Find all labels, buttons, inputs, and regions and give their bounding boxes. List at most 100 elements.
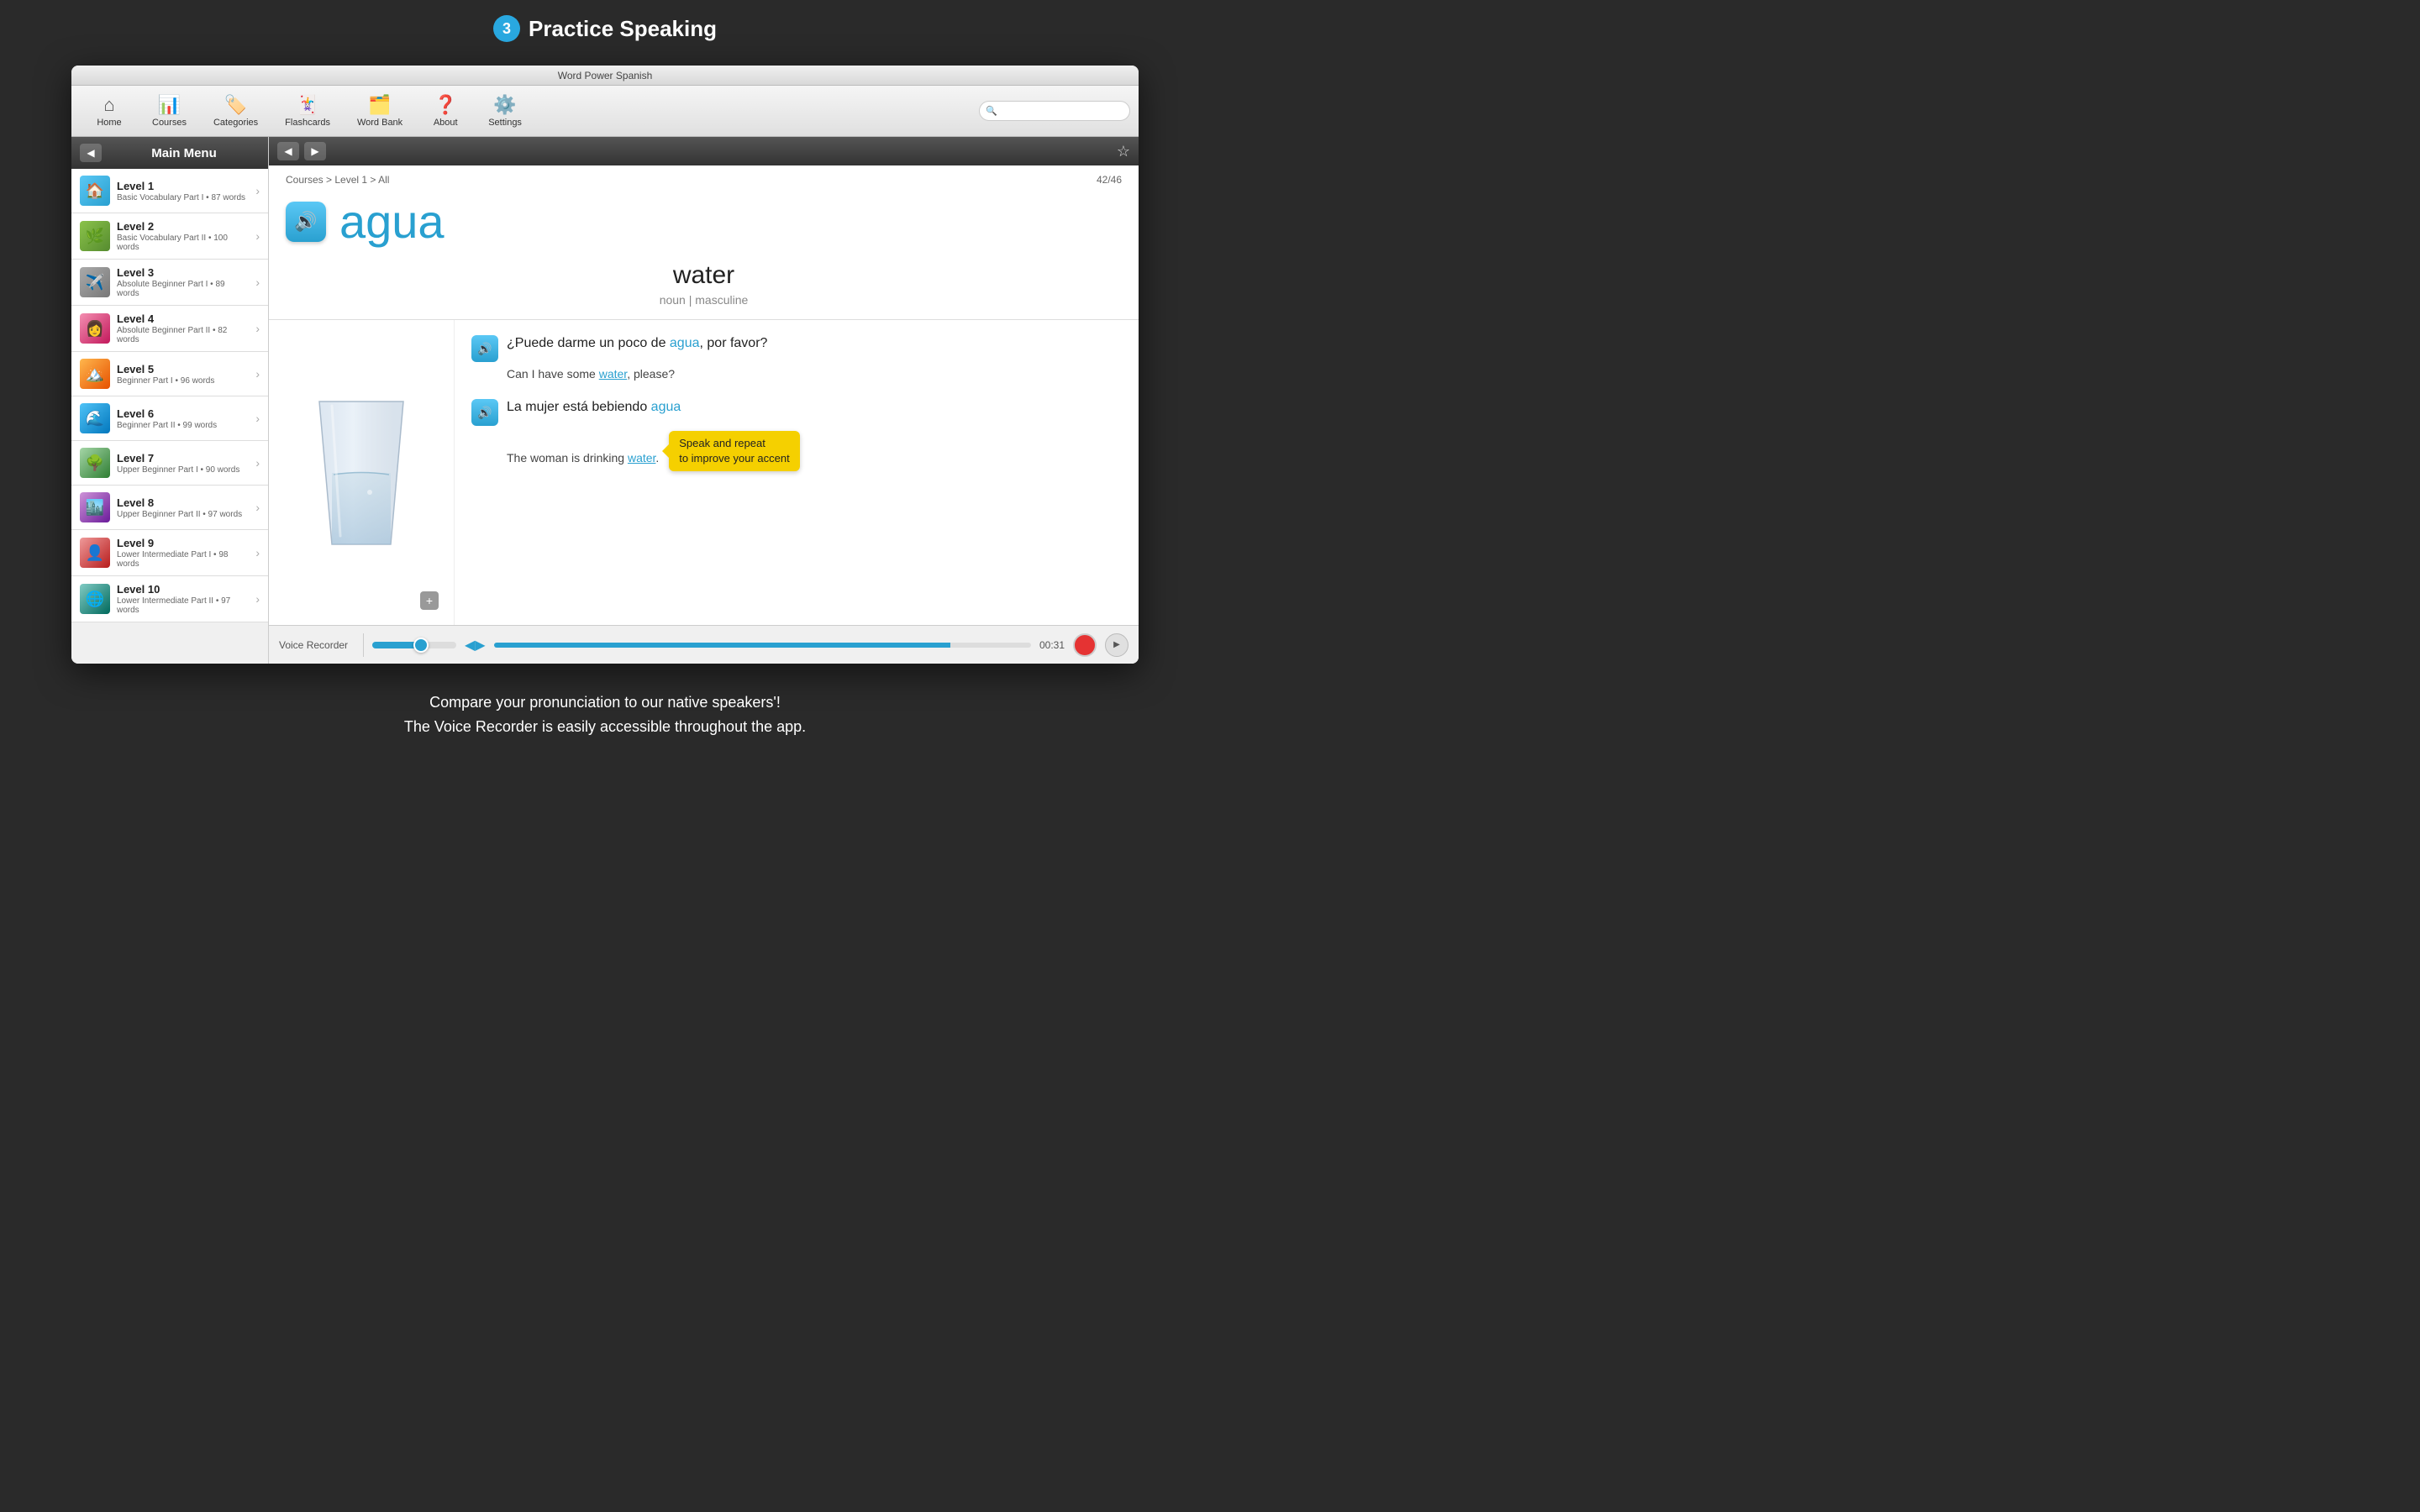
breadcrumb-bar: Courses > Level 1 > All 42/46 — [286, 174, 1122, 186]
sentence-row: 🔊 La mujer está bebiendo agua — [471, 397, 1122, 426]
list-item[interactable]: 🏔️ Level 5 Beginner Part I • 96 words › — [71, 352, 268, 396]
image-panel: + — [269, 320, 454, 625]
courses-icon: 📊 — [158, 94, 181, 116]
wordbank-icon: 🗂️ — [368, 94, 391, 116]
window-titlebar: Word Power Spanish — [71, 66, 1139, 86]
expand-button[interactable]: + — [420, 591, 439, 610]
sound-wave-icon: ◀▶ — [465, 637, 486, 654]
level8-desc: Upper Beginner Part II • 97 words — [117, 510, 249, 519]
level2-desc: Basic Vocabulary Part II • 100 words — [117, 234, 249, 252]
highlight-agua2: agua — [651, 400, 681, 414]
categories-label: Categories — [213, 118, 258, 128]
list-item[interactable]: 👤 Level 9 Lower Intermediate Part I • 98… — [71, 530, 268, 576]
word-speaker-button[interactable]: 🔊 — [286, 202, 326, 242]
list-item[interactable]: ✈️ Level 3 Absolute Beginner Part I • 89… — [71, 260, 268, 306]
sentence-speaker-button-2[interactable]: 🔊 — [471, 399, 498, 426]
nav-arrows: ◀ ▶ — [277, 142, 326, 160]
search-wrap — [979, 101, 1130, 121]
level10-info: Level 10 Lower Intermediate Part II • 97… — [117, 583, 249, 615]
level6-name: Level 6 — [117, 407, 249, 420]
chevron-icon: › — [255, 322, 260, 335]
word-section: Courses > Level 1 > All 42/46 🔊 agua wat… — [269, 165, 1139, 320]
sentence-row: 🔊 ¿Puede darme un poco de agua, por favo… — [471, 333, 1122, 362]
chevron-icon: › — [255, 184, 260, 197]
next-button[interactable]: ▶ — [304, 142, 326, 160]
sidebar-header: ◀ Main Menu — [71, 137, 268, 169]
level4-name: Level 4 — [117, 312, 249, 325]
level10-desc: Lower Intermediate Part II • 97 words — [117, 596, 249, 615]
progress-bar[interactable] — [494, 643, 1031, 648]
level7-desc: Upper Beginner Part I • 90 words — [117, 465, 249, 475]
level1-name: Level 1 — [117, 180, 249, 192]
sentence-item: 🔊 La mujer está bebiendo agua The woman … — [471, 397, 1122, 471]
level8-thumb: 🏙️ — [80, 492, 110, 522]
level9-name: Level 9 — [117, 537, 249, 549]
level5-desc: Beginner Part I • 96 words — [117, 376, 249, 386]
level9-desc: Lower Intermediate Part I • 98 words — [117, 550, 249, 569]
favorite-button[interactable]: ☆ — [1117, 143, 1130, 160]
level5-thumb: 🏔️ — [80, 359, 110, 389]
settings-label: Settings — [488, 118, 522, 128]
sidebar-title: Main Menu — [108, 146, 260, 160]
toolbar-settings[interactable]: ⚙️ Settings — [475, 91, 535, 131]
settings-icon: ⚙️ — [493, 94, 516, 116]
wordbank-label: Word Bank — [357, 118, 402, 128]
list-item[interactable]: 🌿 Level 2 Basic Vocabulary Part II • 100… — [71, 213, 268, 260]
level3-desc: Absolute Beginner Part I • 89 words — [117, 280, 249, 298]
list-item[interactable]: 🌐 Level 10 Lower Intermediate Part II • … — [71, 576, 268, 622]
chevron-icon: › — [255, 456, 260, 470]
word-display: 🔊 agua — [286, 194, 1122, 249]
breadcrumb: Courses > Level 1 > All — [286, 174, 389, 186]
level10-name: Level 10 — [117, 583, 249, 596]
list-item[interactable]: 🌳 Level 7 Upper Beginner Part I • 90 wor… — [71, 441, 268, 486]
level2-thumb: 🌿 — [80, 221, 110, 251]
timer-display: 00:31 — [1039, 639, 1065, 651]
page-count: 42/46 — [1097, 174, 1122, 186]
water-link-2: water — [628, 451, 655, 465]
level7-info: Level 7 Upper Beginner Part I • 90 words — [117, 452, 249, 475]
sentence-speaker-button-1[interactable]: 🔊 — [471, 335, 498, 362]
level5-name: Level 5 — [117, 363, 249, 375]
level7-thumb: 🌳 — [80, 448, 110, 478]
speaker-icon: 🔊 — [294, 211, 317, 233]
play-button[interactable]: ▶ — [1105, 633, 1128, 657]
app-window: Word Power Spanish ⌂ Home 📊 Courses 🏷️ C… — [71, 66, 1139, 664]
list-item[interactable]: 🏠 Level 1 Basic Vocabulary Part I • 87 w… — [71, 169, 268, 213]
screen-title: Practice Speaking — [529, 16, 717, 42]
sentences-panel: 🔊 ¿Puede darme un poco de agua, por favo… — [454, 320, 1139, 625]
chevron-icon: › — [255, 546, 260, 559]
level4-thumb: 👩 — [80, 313, 110, 344]
toolbar-flashcards[interactable]: 🃏 Flashcards — [271, 91, 344, 131]
content-area: ◀ Main Menu 🏠 Level 1 Basic Vocabulary P… — [71, 137, 1139, 664]
step-badge: 3 — [493, 15, 520, 42]
waveform-bar[interactable] — [372, 642, 456, 648]
level6-desc: Beginner Part II • 99 words — [117, 421, 249, 430]
search-input[interactable] — [979, 101, 1130, 121]
list-item[interactable]: 🏙️ Level 8 Upper Beginner Part II • 97 w… — [71, 486, 268, 530]
toolbar-about[interactable]: ❓ About — [416, 91, 475, 131]
toolbar-categories[interactable]: 🏷️ Categories — [200, 91, 271, 131]
categories-icon: 🏷️ — [224, 94, 247, 116]
chevron-icon: › — [255, 367, 260, 381]
sentence-section: + 🔊 ¿Puede darme un poco de agua, por fa… — [269, 320, 1139, 625]
record-button[interactable] — [1073, 633, 1097, 657]
toolbar: ⌂ Home 📊 Courses 🏷️ Categories 🃏 Flashca… — [71, 86, 1139, 137]
about-label: About — [434, 118, 458, 128]
toolbar-wordbank[interactable]: 🗂️ Word Bank — [344, 91, 416, 131]
list-item[interactable]: 👩 Level 4 Absolute Beginner Part II • 82… — [71, 306, 268, 352]
list-item[interactable]: 🌊 Level 6 Beginner Part II • 99 words › — [71, 396, 268, 441]
prev-button[interactable]: ◀ — [277, 142, 299, 160]
toolbar-home[interactable]: ⌂ Home — [80, 91, 139, 131]
level8-name: Level 8 — [117, 496, 249, 509]
recorder-label: Voice Recorder — [279, 639, 355, 651]
chevron-icon: › — [255, 592, 260, 606]
level9-info: Level 9 Lower Intermediate Part I • 98 w… — [117, 537, 249, 569]
top-title-area: 3 Practice Speaking — [0, 0, 1210, 52]
spanish-word: agua — [339, 194, 445, 249]
level1-info: Level 1 Basic Vocabulary Part I • 87 wor… — [117, 180, 249, 202]
sidebar-back-button[interactable]: ◀ — [80, 144, 102, 162]
toolbar-courses[interactable]: 📊 Courses — [139, 91, 200, 131]
chevron-icon: › — [255, 412, 260, 425]
level7-name: Level 7 — [117, 452, 249, 465]
sentence1-english: Can I have some water, please? — [471, 367, 1122, 381]
